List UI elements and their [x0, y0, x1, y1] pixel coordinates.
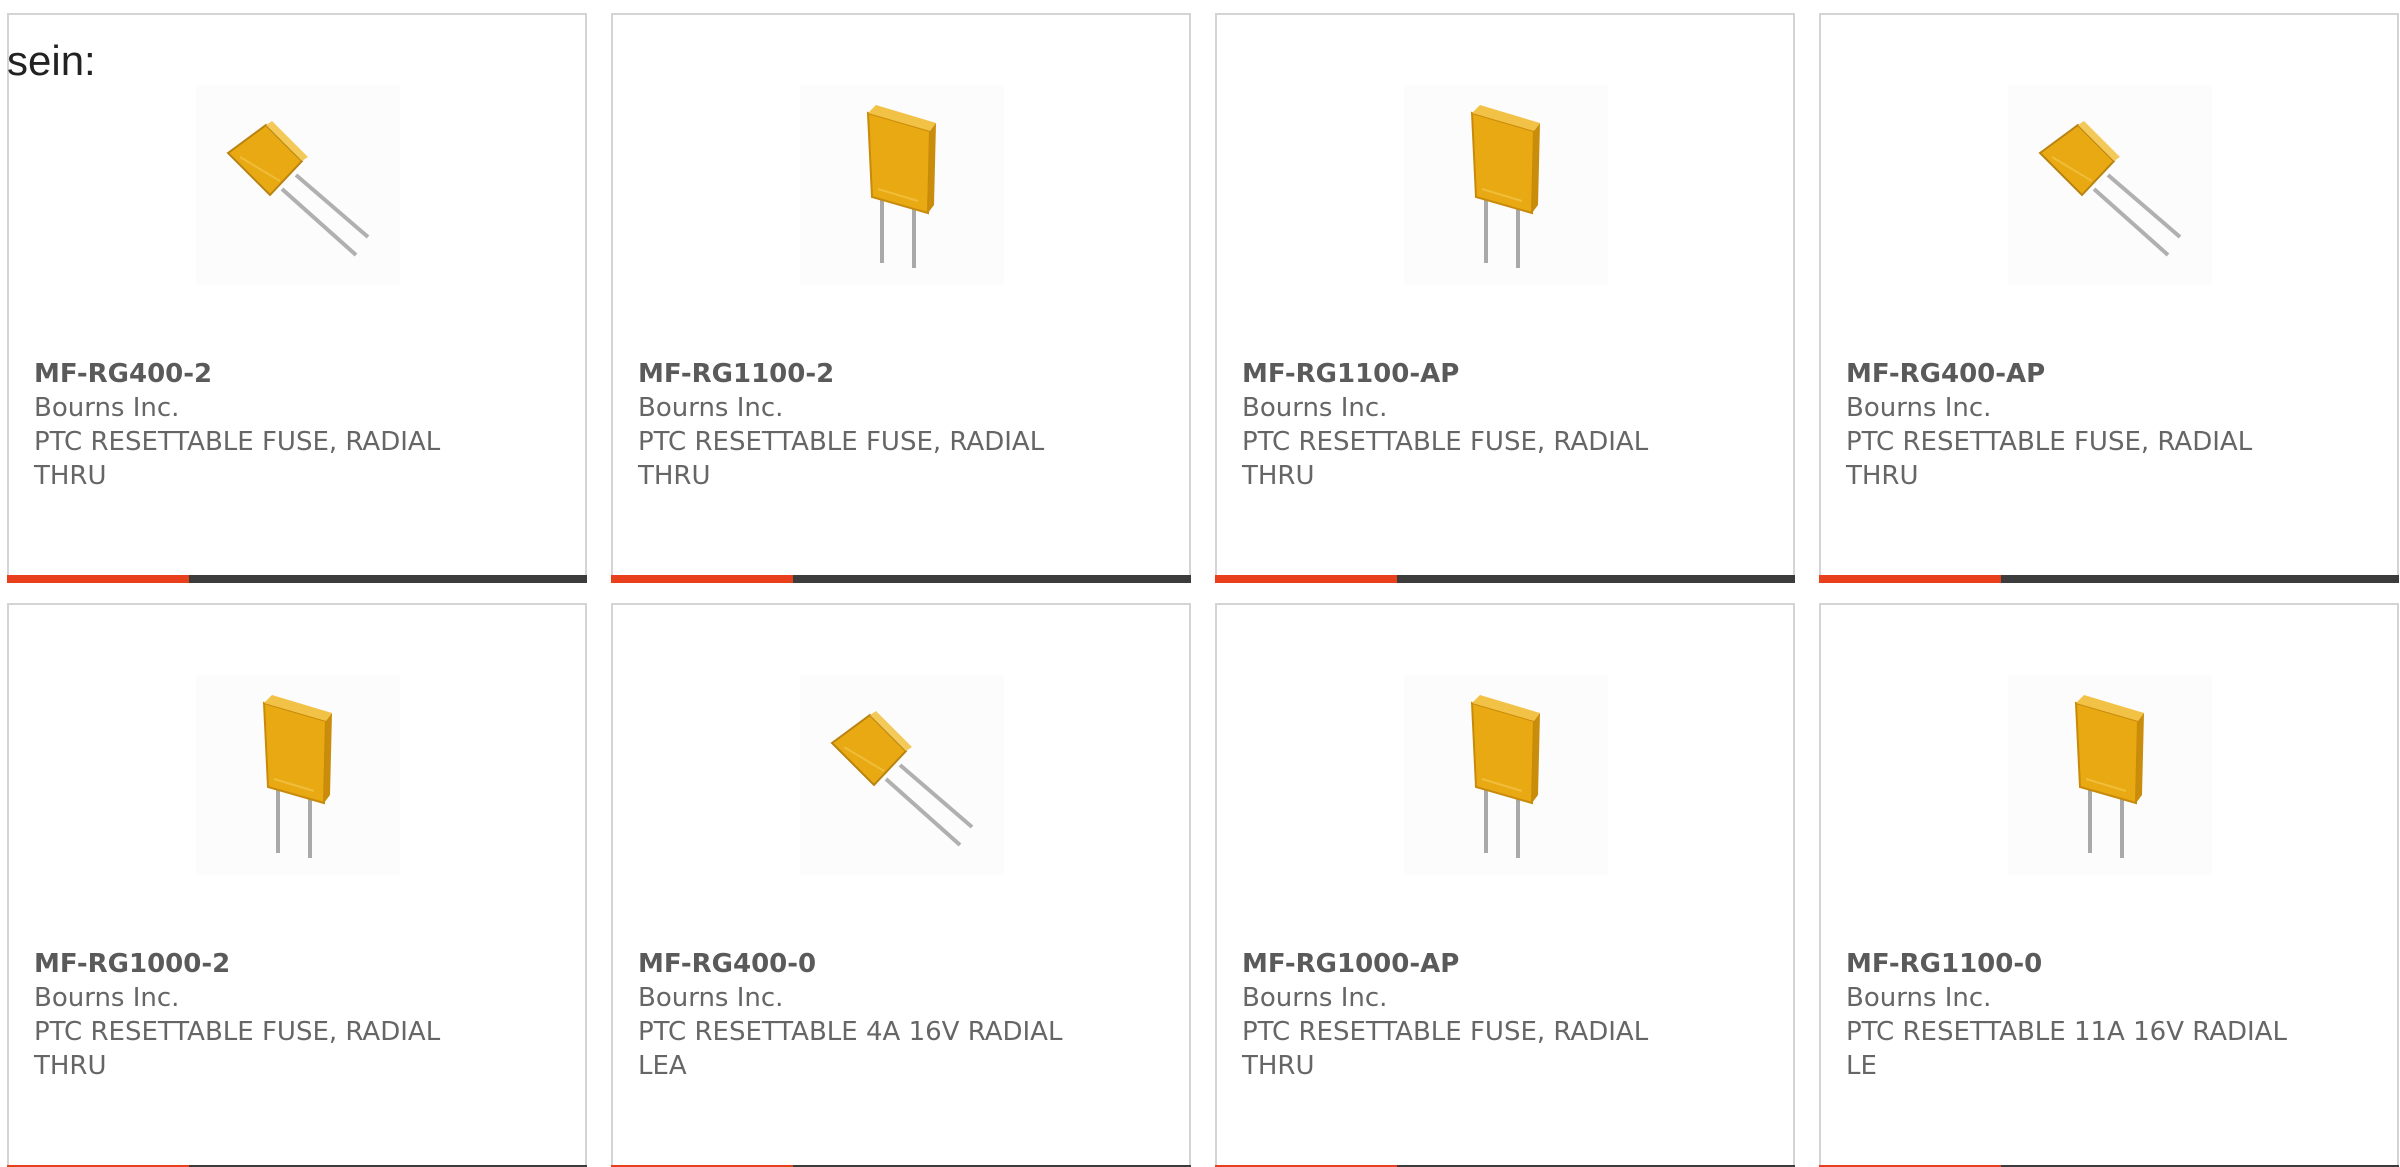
- manufacturer: Bourns Inc.: [638, 983, 784, 1013]
- product-grid: MF-RG400-2 Bourns Inc. PTC RESETTABLE FU…: [7, 13, 2399, 1167]
- product-image: [1404, 85, 1608, 285]
- manufacturer: Bourns Inc.: [1242, 983, 1388, 1013]
- product-description: PTC RESETTABLE 4A 16V RADIAL LEA: [638, 1017, 1063, 1081]
- fuse-upright-icon: [1470, 695, 1540, 858]
- card-accent-bar: [611, 575, 793, 583]
- card-bottom-bar: [611, 575, 1191, 583]
- product-description: PTC RESETTABLE FUSE, RADIAL THRU: [1846, 427, 2253, 491]
- card-text: MF-RG1100-2 Bourns Inc. PTC RESETTABLE F…: [638, 357, 1098, 493]
- card-text: MF-RG1100-AP Bourns Inc. PTC RESETTABLE …: [1242, 357, 1702, 493]
- product-image: [800, 675, 1004, 875]
- fuse-upright-icon: [1470, 105, 1540, 268]
- product-card[interactable]: MF-RG1100-0 Bourns Inc. PTC RESETTABLE 1…: [1819, 603, 2399, 1167]
- part-number[interactable]: MF-RG1000-AP: [1242, 947, 1702, 981]
- product-description: PTC RESETTABLE FUSE, RADIAL THRU: [1242, 427, 1649, 491]
- manufacturer: Bourns Inc.: [1846, 393, 1992, 423]
- part-number[interactable]: MF-RG1100-2: [638, 357, 1098, 391]
- card-text: MF-RG400-2 Bourns Inc. PTC RESETTABLE FU…: [34, 357, 494, 493]
- manufacturer: Bourns Inc.: [34, 393, 180, 423]
- card-text: MF-RG1100-0 Bourns Inc. PTC RESETTABLE 1…: [1846, 947, 2306, 1083]
- product-card[interactable]: MF-RG400-2 Bourns Inc. PTC RESETTABLE FU…: [7, 13, 587, 583]
- manufacturer: Bourns Inc.: [1846, 983, 1992, 1013]
- product-description: PTC RESETTABLE FUSE, RADIAL THRU: [34, 427, 441, 491]
- manufacturer: Bourns Inc.: [1242, 393, 1388, 423]
- product-card[interactable]: MF-RG1000-AP Bourns Inc. PTC RESETTABLE …: [1215, 603, 1795, 1167]
- product-description: PTC RESETTABLE FUSE, RADIAL THRU: [34, 1017, 441, 1081]
- part-number[interactable]: MF-RG400-AP: [1846, 357, 2306, 391]
- part-number[interactable]: MF-RG1100-0: [1846, 947, 2306, 981]
- card-accent-bar: [7, 575, 189, 583]
- card-text: MF-RG1000-2 Bourns Inc. PTC RESETTABLE F…: [34, 947, 494, 1083]
- card-text: MF-RG400-AP Bourns Inc. PTC RESETTABLE F…: [1846, 357, 2306, 493]
- product-description: PTC RESETTABLE 11A 16V RADIAL LE: [1846, 1017, 2287, 1081]
- intro-text: sein:: [7, 37, 96, 84]
- product-image: [2008, 85, 2212, 285]
- product-image: [196, 85, 400, 285]
- product-card[interactable]: MF-RG400-0 Bourns Inc. PTC RESETTABLE 4A…: [611, 603, 1191, 1167]
- fuse-angled-icon: [2038, 121, 2182, 257]
- card-bottom-bar: [7, 575, 587, 583]
- product-description: PTC RESETTABLE FUSE, RADIAL THRU: [638, 427, 1045, 491]
- manufacturer: Bourns Inc.: [638, 393, 784, 423]
- product-image: [196, 675, 400, 875]
- part-number[interactable]: MF-RG400-0: [638, 947, 1098, 981]
- product-card[interactable]: MF-RG400-AP Bourns Inc. PTC RESETTABLE F…: [1819, 13, 2399, 583]
- fuse-angled-icon: [830, 711, 974, 847]
- product-image: [800, 85, 1004, 285]
- manufacturer: Bourns Inc.: [34, 983, 180, 1013]
- product-card[interactable]: MF-RG1100-2 Bourns Inc. PTC RESETTABLE F…: [611, 13, 1191, 583]
- card-bottom-bar: [1819, 575, 2399, 583]
- card-accent-bar: [1819, 575, 2001, 583]
- product-card[interactable]: MF-RG1100-AP Bourns Inc. PTC RESETTABLE …: [1215, 13, 1795, 583]
- fuse-upright-icon: [262, 695, 332, 858]
- part-number[interactable]: MF-RG1100-AP: [1242, 357, 1702, 391]
- card-text: MF-RG400-0 Bourns Inc. PTC RESETTABLE 4A…: [638, 947, 1098, 1083]
- fuse-angled-icon: [226, 121, 370, 257]
- fuse-upright-icon: [866, 105, 936, 268]
- fuse-upright-icon: [2074, 695, 2144, 858]
- part-number[interactable]: MF-RG1000-2: [34, 947, 494, 981]
- product-description: PTC RESETTABLE FUSE, RADIAL THRU: [1242, 1017, 1649, 1081]
- card-bottom-bar: [1215, 575, 1795, 583]
- product-image: [1404, 675, 1608, 875]
- part-number[interactable]: MF-RG400-2: [34, 357, 494, 391]
- product-card[interactable]: MF-RG1000-2 Bourns Inc. PTC RESETTABLE F…: [7, 603, 587, 1167]
- card-accent-bar: [1215, 575, 1397, 583]
- card-text: MF-RG1000-AP Bourns Inc. PTC RESETTABLE …: [1242, 947, 1702, 1083]
- product-image: [2008, 675, 2212, 875]
- page: sein: MF-RG400-2 Bourns Inc. PTC RESETTA…: [0, 0, 2400, 1167]
